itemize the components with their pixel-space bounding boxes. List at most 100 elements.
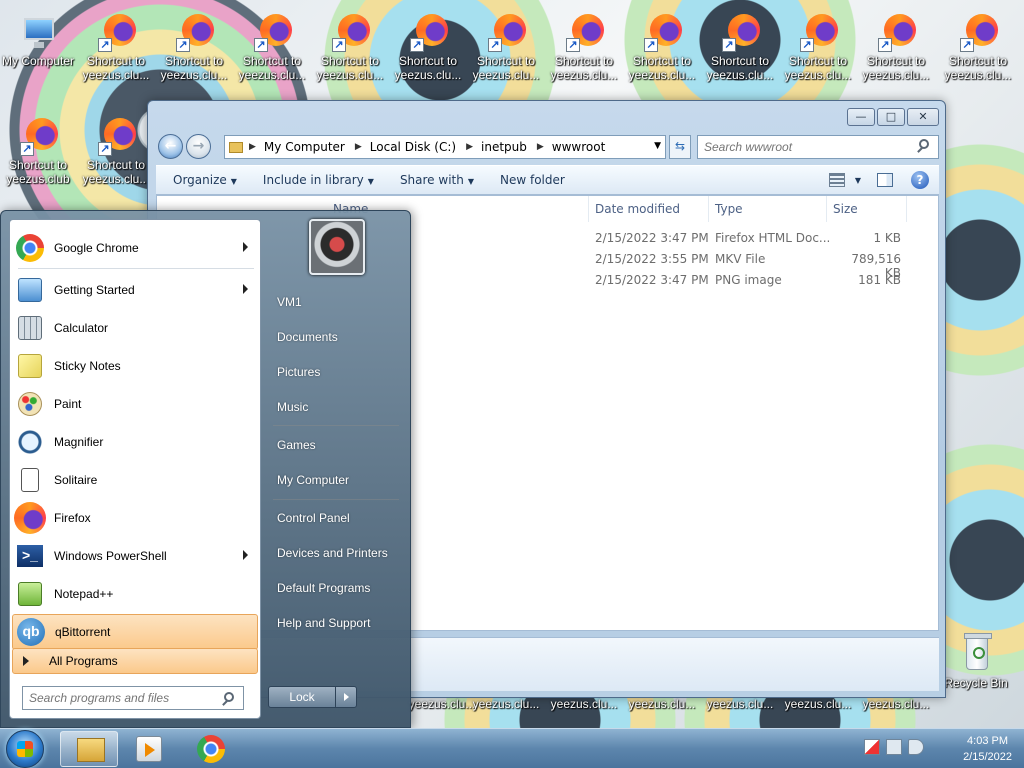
back-button[interactable]: ← [158,134,183,159]
refresh-button[interactable]: ⇆ [669,135,691,159]
start-link-pictures[interactable]: Pictures [271,358,407,386]
file-size: 1 KB [873,231,901,245]
chevron-right-icon[interactable]: ▶ [249,142,256,152]
breadcrumb-wwwroot[interactable]: wwwroot [552,140,606,154]
start-button[interactable] [6,730,44,768]
minimize-button[interactable]: — [847,108,875,126]
organize-button[interactable]: Organize ▼ [173,173,237,187]
search-input[interactable] [697,135,939,159]
desktop-shortcut[interactable]: ↗ Shortcut to yeezus.clu... [546,12,622,82]
close-button[interactable]: ✕ [907,108,939,126]
desktop-shortcut[interactable]: ↗ Shortcut to yeezus.clu... [78,116,154,186]
start-link-help-and-support[interactable]: Help and Support [271,609,407,637]
chrome-icon [14,232,46,264]
desktop-shortcut[interactable]: ↗ Shortcut to yeezus.clu... [78,12,154,82]
column-header-type[interactable]: Type [709,196,827,222]
column-header-size[interactable]: Size [827,196,907,222]
start-link-default-programs[interactable]: Default Programs [271,574,407,602]
chevron-right-icon[interactable] [243,242,248,252]
desktop-shortcut[interactable]: ↗ Shortcut to yeezus.clu... [390,12,466,82]
start-link-control-panel[interactable]: Control Panel [271,504,407,532]
start-link-devices-and-printers[interactable]: Devices and Printers [271,539,407,567]
desktop-shortcut[interactable]: ↗ Shortcut to yeezus.club [0,116,76,186]
program-magnifier[interactable]: Magnifier [12,424,258,460]
desktop-icon-label[interactable]: yeezus.clu... [546,697,622,711]
network-icon[interactable] [886,739,902,755]
chevron-down-icon[interactable]: ▼ [855,176,861,185]
program-solitaire[interactable]: Solitaire [12,462,258,498]
taskbar-explorer-button[interactable] [60,731,118,767]
breadcrumb-my-computer[interactable]: My Computer [264,140,345,154]
start-link-documents[interactable]: Documents [271,323,407,351]
chevron-right-icon[interactable]: ▶ [355,142,362,152]
program-windows-powershell[interactable]: >_ Windows PowerShell [12,538,258,574]
user-avatar[interactable] [309,219,365,275]
program-label: Paint [54,397,82,411]
breadcrumb-local-disk[interactable]: Local Disk (C:) [370,140,456,154]
search-icon[interactable] [919,139,929,149]
all-programs-button[interactable]: All Programs [12,648,258,674]
desktop-shortcut[interactable]: ↗ Shortcut to yeezus.clu... [156,12,232,82]
taskbar-chrome-button[interactable] [182,731,240,767]
media-player-icon [136,736,162,762]
desktop-shortcut[interactable]: ↗ Shortcut to yeezus.clu... [940,12,1016,82]
preview-pane-icon[interactable] [877,173,893,187]
chevron-right-icon[interactable] [243,550,248,560]
desktop-icon-my-computer[interactable]: My Computer [0,12,76,68]
desktop-shortcut[interactable]: ↗ Shortcut to yeezus.clu... [234,12,310,82]
start-link-music[interactable]: Music [271,393,407,421]
desktop-shortcut[interactable]: ↗ Shortcut to yeezus.clu... [702,12,778,82]
program-notepad-plus-plus[interactable]: Notepad++ [12,576,258,612]
desktop-icon-label[interactable]: yeezus.clu... [624,697,700,711]
volume-icon[interactable] [908,739,924,755]
desktop-shortcut[interactable]: ↗ Shortcut to yeezus.clu... [780,12,856,82]
action-center-icon[interactable] [864,739,880,755]
help-icon[interactable]: ? [911,171,929,189]
desktop-shortcut[interactable]: ↗ Shortcut to yeezus.clu... [468,12,544,82]
taskbar-media-player-button[interactable] [120,731,178,767]
shutdown-options-arrow[interactable] [335,686,357,708]
address-bar[interactable]: ▶ My Computer ▶ Local Disk (C:) ▶ inetpu… [224,135,666,159]
lock-button[interactable]: Lock [268,686,336,708]
desktop-icon-recycle-bin[interactable]: Recycle Bin [938,633,1014,690]
start-search-input[interactable] [22,686,244,710]
desktop-shortcut[interactable]: ↗ Shortcut to yeezus.clu... [624,12,700,82]
desktop-icon-label[interactable]: yeezus.clu... [468,697,544,711]
program-sticky-notes[interactable]: Sticky Notes [12,348,258,384]
change-view-icon[interactable] [828,173,845,187]
program-google-chrome[interactable]: Google Chrome [12,230,258,266]
desktop-icon-label: Shortcut to yeezus.clu... [394,54,462,82]
breadcrumb-inetpub[interactable]: inetpub [481,140,527,154]
chevron-right-icon[interactable]: ▶ [466,142,473,152]
desktop-icon-label[interactable]: yeezus.clu... [858,697,934,711]
desktop-icon-label: Shortcut to yeezus.clu... [706,54,774,82]
program-calculator[interactable]: Calculator [12,310,258,346]
start-link-vm1[interactable]: VM1 [271,288,407,316]
forward-button[interactable]: → [186,134,211,159]
program-label: Firefox [54,511,91,525]
column-header-date-modified[interactable]: Date modified [589,196,709,222]
desktop-icon-label[interactable]: yeezus.clu... [780,697,856,711]
desktop-shortcut[interactable]: ↗ Shortcut to yeezus.clu... [312,12,388,82]
start-link-games[interactable]: Games [271,431,407,459]
desktop-icon-label: Shortcut to yeezus.club [6,158,70,186]
clock[interactable]: 4:03 PM 2/15/2022 [963,733,1012,765]
maximize-button[interactable]: □ [877,108,905,126]
file-date: 2/15/2022 3:55 PM [595,252,709,266]
program-firefox[interactable]: Firefox [12,500,258,536]
start-link-my-computer[interactable]: My Computer [271,466,407,494]
program-qbittorrent[interactable]: qb qBittorrent [12,614,258,650]
program-paint[interactable]: Paint [12,386,258,422]
share-with-button[interactable]: Share with ▼ [400,173,474,187]
search-icon[interactable] [224,692,234,702]
chevron-right-icon[interactable]: ▶ [537,142,544,152]
desktop-icon-label[interactable]: yeezus.clu... [702,697,778,711]
clock-date: 2/15/2022 [963,751,1012,763]
qbittorrent-icon: qb [15,616,47,648]
chevron-down-icon[interactable]: ▼ [654,141,661,151]
program-getting-started[interactable]: Getting Started [12,272,258,308]
new-folder-button[interactable]: New folder [500,173,565,187]
desktop-shortcut[interactable]: ↗ Shortcut to yeezus.clu... [858,12,934,82]
include-in-library-button[interactable]: Include in library ▼ [263,173,374,187]
chevron-right-icon[interactable] [243,284,248,294]
